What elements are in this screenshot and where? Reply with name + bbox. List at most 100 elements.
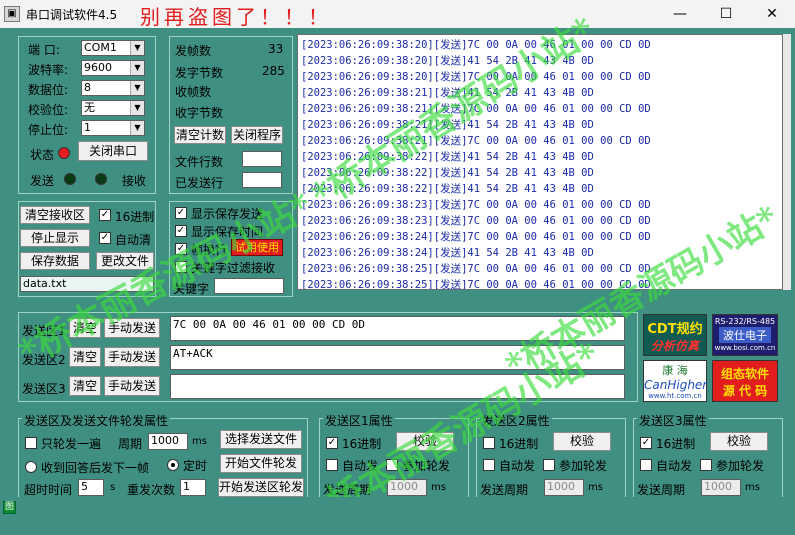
timed-radio[interactable] [167, 459, 179, 471]
clear-send-area-button[interactable]: 清空 [69, 318, 101, 338]
area-auto-checkbox[interactable] [483, 459, 495, 471]
frame-newline-label: 帧换行 [191, 243, 228, 257]
scada-badge[interactable]: 组态软件 源 代 码 [712, 360, 778, 402]
area-checksum-button[interactable]: 校验 [710, 432, 768, 451]
save-data-button[interactable]: 保存数据 [20, 252, 90, 270]
bytes-value: 285 [262, 64, 285, 78]
close-port-button[interactable]: 关闭串口 [78, 141, 148, 161]
chevron-down-icon: ▼ [130, 81, 144, 95]
show-saved-send-checkbox[interactable]: ✓ [175, 207, 187, 219]
area-period-unit: ms [745, 482, 760, 493]
auto-clear-checkbox[interactable]: ✓ [99, 232, 111, 244]
parity-select[interactable]: 无 ▼ [81, 100, 145, 116]
kh-line1: 康 海 [662, 364, 688, 377]
log-line: [2023:06:26:09:38:20][发送]41 54 2B 41 43 … [301, 55, 594, 67]
log-line: [2023:06:26:09:38:21][发送]41 54 2B 41 43 … [301, 119, 594, 131]
auto-clear-label: 自动清 [115, 233, 152, 247]
area-props-title: 发送区2属性 [480, 412, 552, 429]
reply-radio[interactable] [25, 461, 37, 473]
area-period-label: 发送周期 [323, 483, 372, 497]
area-checksum-button[interactable]: 校验 [396, 432, 454, 451]
rs-badge[interactable]: RS-232/RS-485 波仕电子 www.bosi.com.cn [712, 314, 778, 356]
area-join-checkbox[interactable] [386, 459, 398, 471]
area-props-title: 发送区3属性 [637, 412, 709, 429]
clear-send-area-button[interactable]: 清空 [69, 347, 101, 367]
log-line: [2023:06:26:09:38:24][发送]7C 00 0A 00 46 … [301, 231, 651, 243]
data-bits-select[interactable]: 8 ▼ [81, 80, 145, 96]
hex16-recv-checkbox[interactable]: ✓ [99, 209, 111, 221]
keyword-filter-checkbox[interactable] [175, 261, 187, 273]
clear-recv-button[interactable]: 清空接收区 [20, 206, 90, 224]
stop-bits-select[interactable]: 1 ▼ [81, 120, 145, 136]
manual-send-button[interactable]: 手动发送 [104, 318, 160, 338]
area-period-label: 发送周期 [480, 483, 529, 497]
file-period-label: 周期 [118, 437, 143, 451]
area-auto-checkbox[interactable] [326, 459, 338, 471]
area-hex-checkbox[interactable]: ✓ [640, 437, 652, 449]
area-hex-label: 16进制 [342, 437, 382, 451]
area-join-checkbox[interactable] [700, 459, 712, 471]
send-area-input[interactable] [170, 374, 625, 399]
log-scrollbar[interactable] [783, 34, 791, 290]
clear-counts-button[interactable]: 清空计数 [174, 126, 226, 144]
kh-line3: www.ht.com.cn [648, 392, 702, 400]
file-period-input[interactable]: 1000 [148, 433, 188, 450]
close-program-button[interactable]: 关闭程序 [231, 126, 283, 144]
frames-label: 发帧数 [175, 44, 212, 58]
area-period-unit: ms [431, 482, 446, 493]
retry-input[interactable]: 1 [180, 479, 206, 496]
receive-log[interactable]: [2023:06:26:09:38:20][发送]7C 00 0A 00 46 … [297, 34, 783, 290]
log-line: [2023:06:26:09:38:24][发送]41 54 2B 41 43 … [301, 247, 594, 259]
canhigher-badge[interactable]: 康 海 CanHigher www.ht.com.cn [643, 360, 707, 402]
maximize-button[interactable]: ☐ [703, 0, 749, 28]
only-once-checkbox[interactable] [25, 437, 37, 449]
window-title: 串口调试软件4.5 [26, 8, 118, 22]
parity-label: 校验位: [28, 103, 69, 117]
baud-select[interactable]: 9600 ▼ [81, 60, 145, 76]
frame-newline-checkbox[interactable]: ✓ [175, 243, 187, 255]
start-area-rotation-button[interactable]: 开始发送区轮发 [218, 478, 304, 497]
send-led-icon [64, 173, 76, 185]
kh-line2: CanHigher [644, 378, 708, 392]
send-area-input[interactable]: 7C 00 0A 00 46 01 00 00 CD 0D [170, 316, 625, 341]
stop-display-button[interactable]: 停止显示 [20, 229, 90, 247]
area-period-unit: ms [588, 482, 603, 493]
keyword-filter-label: 关键字过滤接收 [191, 261, 276, 275]
area-period-input[interactable]: 1000 [387, 479, 427, 496]
send-area-label: 发送区1 [22, 324, 66, 338]
cdt-line2: 分析仿真 [650, 339, 699, 353]
close-button[interactable]: ✕ [749, 0, 795, 28]
port-select[interactable]: COM1 ▼ [81, 40, 145, 56]
area-auto-checkbox[interactable] [640, 459, 652, 471]
save-filename-field[interactable]: data.txt [20, 276, 154, 292]
cdt-badge[interactable]: CDT规约 分析仿真 [643, 314, 707, 356]
log-line: [2023:06:26:09:38:21][发送]41 54 2B 41 43 … [301, 87, 594, 99]
manual-send-button[interactable]: 手动发送 [104, 347, 160, 367]
zz-line2: 源 代 码 [722, 384, 768, 398]
area-period-input[interactable]: 1000 [701, 479, 741, 496]
file-period-unit: ms [192, 436, 207, 447]
manual-send-button[interactable]: 手动发送 [104, 376, 160, 396]
select-file-button[interactable]: 选择发送文件 [220, 430, 302, 449]
area-join-label: 参加轮发 [402, 459, 451, 473]
hex16-recv-label: 16进制 [115, 210, 155, 224]
change-file-button[interactable]: 更改文件 [96, 252, 154, 270]
clear-send-area-button[interactable]: 清空 [69, 376, 101, 396]
start-file-button[interactable]: 开始文件轮发 [220, 454, 302, 473]
port-label: 端 口: [28, 43, 60, 57]
keyword-input[interactable] [214, 278, 284, 294]
timeout-input[interactable]: 5 [78, 479, 104, 496]
area-checksum-button[interactable]: 校验 [553, 432, 611, 451]
area-hex-checkbox[interactable]: ✓ [326, 437, 338, 449]
retry-label: 重发次数 [127, 483, 176, 497]
area-hex-checkbox[interactable] [483, 437, 495, 449]
trial-badge[interactable]: 试用使用 [231, 239, 283, 256]
area-period-input[interactable]: 1000 [544, 479, 584, 496]
area-join-checkbox[interactable] [543, 459, 555, 471]
app-status-icon: 图 [3, 501, 16, 514]
minimize-button[interactable]: — [657, 0, 703, 28]
area-auto-label: 自动发 [342, 459, 379, 473]
show-saved-time-checkbox[interactable]: ✓ [175, 225, 187, 237]
log-line: [2023:06:26:09:38:23][发送]7C 00 0A 00 46 … [301, 199, 651, 211]
send-area-input[interactable]: AT+ACK [170, 345, 625, 370]
